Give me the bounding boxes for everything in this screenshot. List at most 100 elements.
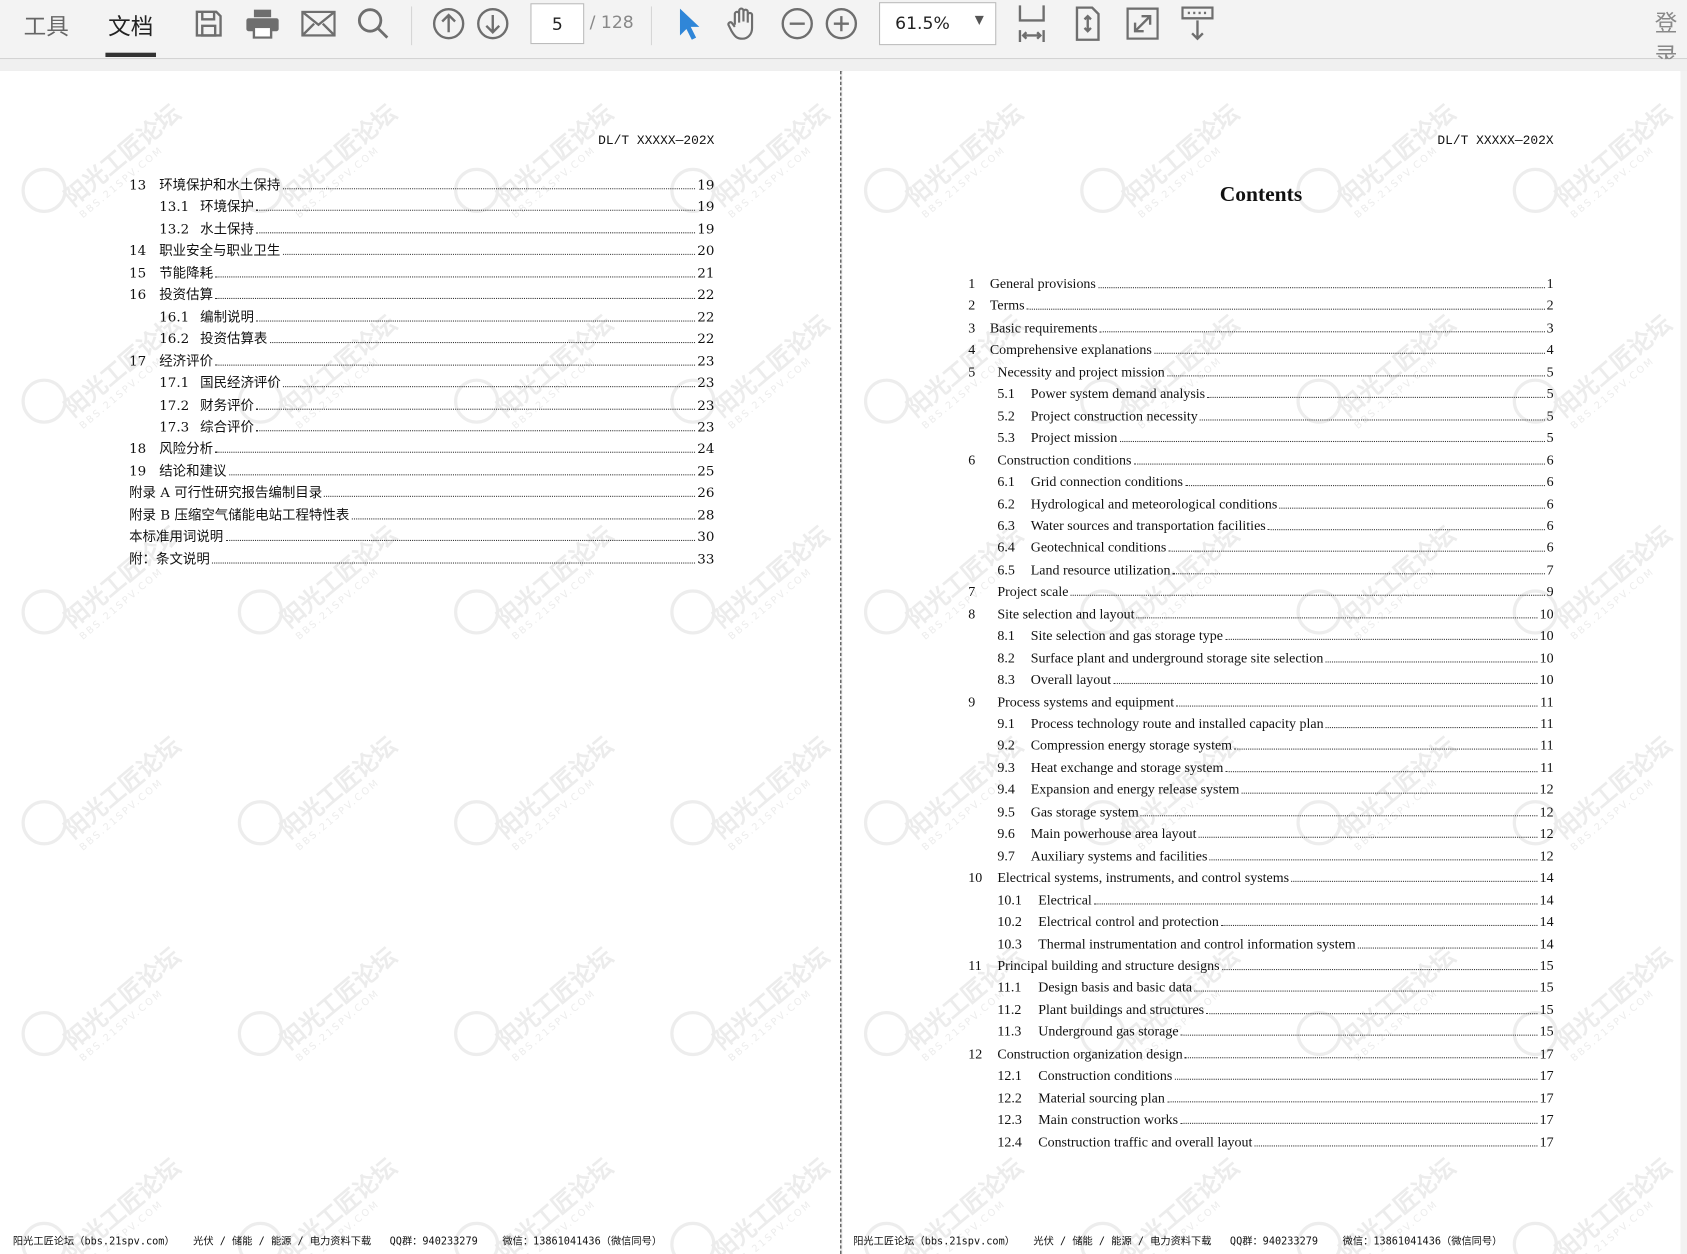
toc-entry[interactable]: 7 Project scale 9: [842, 581, 1553, 600]
toc-entry[interactable]: 6.1 Grid connection conditions 6: [842, 471, 1553, 490]
toc-entry[interactable]: 11 Principal building and structure desig…: [842, 955, 1553, 974]
toc-entry[interactable]: 附录 B 压缩空气储能电站工程特性表 28: [0, 504, 714, 523]
scrollbar[interactable]: [1680, 70, 1687, 1254]
download-button[interactable]: [1180, 0, 1214, 47]
watermark-seal-icon: [1512, 1221, 1558, 1254]
previous-page-button[interactable]: [431, 0, 465, 47]
toc-entry[interactable]: 10.3 Thermal instrumentation and control …: [842, 933, 1553, 952]
toc-entry[interactable]: 19 结论和建议 25: [0, 460, 714, 479]
toc-entry[interactable]: 5.2 Project construction necessity 5: [842, 405, 1553, 424]
toc-entry[interactable]: 9.5 Gas storage system 12: [842, 801, 1553, 820]
toc-entry[interactable]: 11.3 Underground gas storage 15: [842, 1021, 1553, 1040]
toc-entry-page: 6: [1546, 495, 1554, 512]
toc-entry-number: 6.2: [997, 495, 1015, 512]
toc-entry-number: 18: [129, 440, 147, 457]
toc-entry[interactable]: 8.2 Surface plant and underground storage…: [842, 647, 1553, 666]
toc-entry[interactable]: 16 投资估算 22: [0, 284, 714, 303]
toc-entry[interactable]: 11.2 Plant buildings and structures 15: [842, 999, 1553, 1018]
toc-entry[interactable]: 1 General provisions 1: [842, 273, 1553, 292]
dot-leader: [1225, 639, 1538, 641]
toc-entry-body: Construction conditions 6: [997, 451, 1553, 468]
dot-leader: [1172, 573, 1545, 575]
fit-width-button[interactable]: [1016, 0, 1048, 47]
toc-entry-title: 综合评价: [200, 418, 254, 435]
save-button[interactable]: [192, 0, 226, 47]
dot-leader: [1221, 968, 1538, 971]
toc-entry[interactable]: 12.2 Material sourcing plan 17: [842, 1087, 1553, 1106]
dot-leader: [1133, 463, 1545, 465]
zoom-level-select[interactable]: 61.5% ▼: [879, 2, 997, 46]
toc-entry[interactable]: 附：条文说明 33: [0, 548, 714, 567]
toc-entry[interactable]: 5.3 Project mission 5: [842, 427, 1553, 446]
toc-entry-title: 结论和建议: [159, 462, 227, 479]
toc-entry-page: 12: [1539, 847, 1554, 864]
toc-entry[interactable]: 10 Electrical systems, instruments, and c…: [842, 867, 1553, 886]
toc-entry[interactable]: 9.7 Auxiliary systems and facilities 12: [842, 845, 1553, 864]
tab-document[interactable]: 文档: [105, 2, 156, 49]
toc-entry[interactable]: 10.2 Electrical control and protection 14: [842, 911, 1553, 930]
toc-entry[interactable]: 6.5 Land resource utilization 7: [842, 559, 1553, 578]
email-button[interactable]: [300, 0, 337, 47]
page-number-input[interactable]: 5: [530, 3, 585, 45]
toc-entry-body: Terms 2: [990, 297, 1554, 314]
toc-entry-body: Overall layout 10: [1031, 671, 1554, 688]
toc-entry[interactable]: 17.3 综合评价 23: [0, 416, 714, 435]
toc-entry-title: Electrical systems, instruments, and con…: [997, 869, 1290, 886]
toc-entry-title: 职业安全与职业卫生: [159, 242, 281, 259]
toc-entry[interactable]: 6.3 Water sources and transportation faci…: [842, 515, 1553, 534]
toc-entry[interactable]: 9.3 Heat exchange and storage system 11: [842, 757, 1553, 776]
zoom-in-button[interactable]: [824, 0, 858, 47]
toc-entry[interactable]: 13 环境保护和水土保持 19: [0, 174, 714, 193]
toc-entry-number: 16.2: [159, 330, 190, 347]
toc-entry[interactable]: 12.3 Main construction works 17: [842, 1109, 1553, 1128]
next-page-button[interactable]: [476, 0, 510, 47]
toc-entry[interactable]: 15 节能降耗 21: [0, 262, 714, 281]
dot-leader: [1176, 705, 1538, 707]
tab-tools[interactable]: 工具: [22, 2, 71, 49]
toc-entry-number: 19: [129, 462, 147, 479]
toc-entry[interactable]: 9.4 Expansion and energy release system 12: [842, 779, 1553, 798]
toc-entry[interactable]: 4 Comprehensive explanations 4: [842, 339, 1553, 358]
toc-entry[interactable]: 8.3 Overall layout 10: [842, 669, 1553, 688]
toc-entry[interactable]: 8.1 Site selection and gas storage type 10: [842, 625, 1553, 644]
toc-entry[interactable]: 12.1 Construction conditions 17: [842, 1065, 1553, 1084]
toc-entry[interactable]: 16.1 编制说明 22: [0, 306, 714, 325]
toc-entry-number: 17: [129, 352, 147, 369]
toc-entry[interactable]: 6.4 Geotechnical conditions 6: [842, 537, 1553, 556]
toc-entry[interactable]: 3 Basic requirements 3: [842, 317, 1553, 336]
fit-page-button[interactable]: [1073, 0, 1103, 47]
toc-entry-number: 3: [968, 319, 976, 336]
toc-entry[interactable]: 17.2 财务评价 23: [0, 394, 714, 413]
toc-entry[interactable]: 13.2 水土保持 19: [0, 218, 714, 237]
toc-entry[interactable]: 16.2 投资估算表 22: [0, 328, 714, 347]
toc-entry[interactable]: 17.1 国民经济评价 23: [0, 372, 714, 391]
toc-entry[interactable]: 6 Construction conditions 6: [842, 449, 1553, 468]
toc-entry[interactable]: 10.1 Electrical 14: [842, 889, 1553, 908]
search-button[interactable]: [356, 0, 390, 47]
toc-entry[interactable]: 附录 A 可行性研究报告编制目录 26: [0, 482, 714, 501]
toc-entry[interactable]: 9.2 Compression energy storage system 11: [842, 735, 1553, 754]
toc-entry[interactable]: 17 经济评价 23: [0, 350, 714, 369]
toc-entry[interactable]: 12.4 Construction traffic and overall lay…: [842, 1131, 1553, 1150]
toc-entry[interactable]: 6.2 Hydrological and meteorological condi…: [842, 493, 1553, 512]
zoom-out-button[interactable]: [780, 0, 814, 47]
toc-entry[interactable]: 14 职业安全与职业卫生 20: [0, 240, 714, 259]
toc-entry[interactable]: 2 Terms 2: [842, 295, 1553, 314]
toc-entry[interactable]: 5 Necessity and project mission 5: [842, 361, 1553, 380]
toc-entry-number: 5.2: [997, 407, 1015, 424]
toc-entry-page: 5: [1546, 407, 1554, 424]
toc-entry[interactable]: 本标准用词说明 30: [0, 526, 714, 545]
print-button[interactable]: [244, 0, 281, 47]
toc-entry[interactable]: 13.1 环境保护 19: [0, 196, 714, 215]
select-tool-button[interactable]: [674, 0, 704, 47]
toc-entry[interactable]: 9.6 Main powerhouse area layout 12: [842, 823, 1553, 842]
hand-tool-button[interactable]: [724, 0, 761, 47]
toc-entry[interactable]: 9.1 Process technology route and installe…: [842, 713, 1553, 732]
toc-entry[interactable]: 5.1 Power system demand analysis 5: [842, 383, 1553, 402]
toc-entry[interactable]: 11.1 Design basis and basic data 15: [842, 977, 1553, 996]
toc-entry[interactable]: 18 风险分析 24: [0, 438, 714, 457]
fullscreen-button[interactable]: [1125, 0, 1159, 47]
toc-entry[interactable]: 9 Process systems and equipment 11: [842, 691, 1553, 710]
toc-entry[interactable]: 8 Site selection and layout 10: [842, 603, 1553, 622]
toc-entry[interactable]: 12 Construction organization design 17: [842, 1043, 1553, 1062]
